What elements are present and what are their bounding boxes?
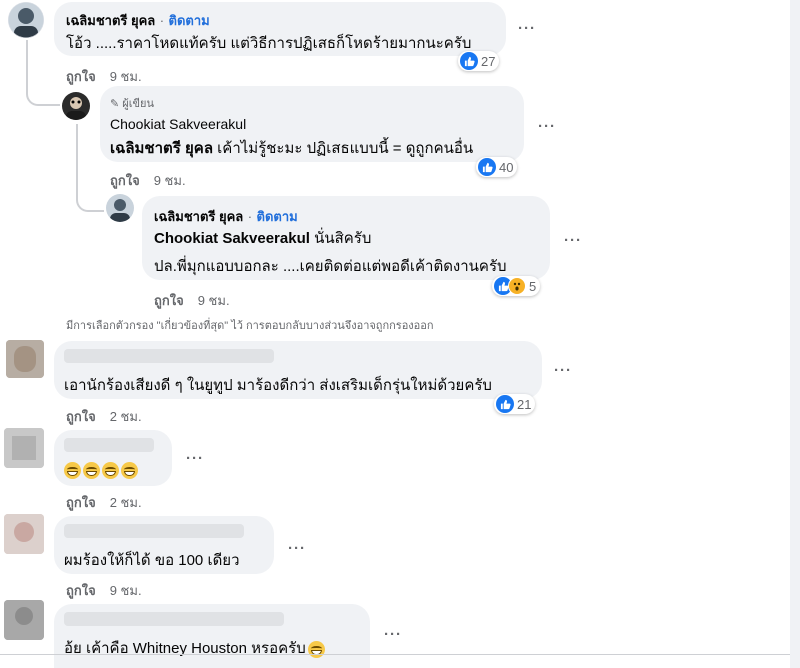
avatar-image — [4, 514, 44, 554]
comment-text: เอานักร้องเสียงดี ๆ ในยูทูป มาร้องดีกว่า… — [64, 377, 492, 394]
more-options-button[interactable]: ··· — [384, 626, 402, 643]
blurred-author-name[interactable] — [64, 349, 274, 363]
blurred-author-name[interactable] — [64, 524, 244, 538]
timestamp[interactable]: 9 ชม. — [110, 69, 142, 84]
reply-text: เค้าไม่รู้ชะมะ ปฏิเสธแบบนี้ = ดูถูกคนอื่… — [213, 140, 474, 157]
reply-author[interactable]: เฉลิมชาตรี ยุคล — [154, 209, 243, 224]
grinning-face-icon — [83, 462, 100, 480]
reaction-count: 5 — [529, 278, 537, 294]
avatar[interactable] — [4, 514, 44, 554]
like-icon — [478, 158, 496, 176]
like-icon — [496, 395, 514, 413]
avatar-image — [66, 97, 86, 120]
reply-actions: ถูกใจ 9 ชม. — [154, 290, 230, 311]
reaction-count: 27 — [481, 53, 496, 69]
blurred-author-name[interactable] — [64, 612, 284, 626]
avatar-image — [110, 199, 130, 222]
timestamp[interactable]: 2 ชม. — [110, 495, 142, 510]
reaction-count: 21 — [517, 396, 532, 412]
grinning-face-icon — [102, 462, 119, 480]
author-badge: ✎ ผู้เขียน — [110, 94, 154, 112]
timestamp[interactable]: 9 ชม. — [198, 293, 230, 308]
avatar[interactable] — [62, 92, 90, 120]
comment-bubble: เอานักร้องเสียงดี ๆ ในยูทูป มาร้องดีกว่า… — [54, 341, 542, 399]
like-action[interactable]: ถูกใจ — [154, 293, 184, 308]
more-options-button[interactable]: ··· — [288, 540, 306, 557]
timestamp[interactable]: 9 ชม. — [110, 583, 142, 598]
comment-bubble: ผมร้องให้ก็ได้ ขอ 100 เดียว — [54, 516, 274, 574]
thread-line — [76, 124, 104, 212]
avatar[interactable] — [4, 428, 44, 468]
comment-text: โอ้ว .....ราคาโหดแท้ครับ แต่วิธีการปฏิเส… — [66, 35, 472, 52]
avatar[interactable] — [8, 2, 44, 38]
emoji-row — [64, 462, 140, 480]
grinning-face-icon — [121, 462, 138, 480]
wow-icon — [508, 277, 526, 295]
reaction-count: 40 — [499, 159, 514, 175]
comment-actions: ถูกใจ 2 ชม. — [66, 492, 142, 513]
pencil-icon: ✎ — [110, 98, 120, 110]
comment-actions: ถูกใจ 9 ชม. — [66, 66, 142, 87]
separator-dot: · — [247, 209, 253, 224]
more-options-button[interactable]: ··· — [564, 232, 582, 249]
like-action[interactable]: ถูกใจ — [66, 409, 96, 424]
avatar[interactable] — [6, 340, 44, 378]
avatar-image — [4, 600, 44, 640]
more-options-button[interactable]: ··· — [538, 118, 556, 135]
separator-dot: · — [159, 13, 165, 28]
reply-author[interactable]: Chookiat Sakveerakul — [110, 116, 246, 132]
follow-link[interactable]: ติดตาม — [257, 209, 298, 224]
comment-bubble: เฉลิมชาตรี ยุคล · ติดตาม โอ้ว .....ราคาโ… — [54, 2, 506, 56]
follow-link[interactable]: ติดตาม — [169, 13, 210, 28]
comment-text: ผมร้องให้ก็ได้ ขอ 100 เดียว — [64, 552, 240, 569]
avatar[interactable] — [106, 194, 134, 222]
mention-link[interactable]: เฉลิมชาตรี ยุคล — [110, 140, 213, 157]
grinning-face-icon — [64, 462, 81, 480]
comment-actions: ถูกใจ 2 ชม. — [66, 406, 142, 427]
more-options-button[interactable]: ··· — [518, 20, 536, 37]
blurred-author-name[interactable] — [64, 438, 154, 452]
like-action[interactable]: ถูกใจ — [66, 69, 96, 84]
avatar-image — [4, 428, 44, 468]
mention-link[interactable]: Chookiat Sakveerakul — [154, 230, 310, 247]
reply-text-line: เฉลิมชาตรี ยุคล เค้าไม่รู้ชะมะ ปฏิเสธแบบ… — [110, 136, 473, 160]
avatar-image — [6, 340, 44, 378]
bottom-divider — [0, 654, 790, 655]
reply-text-line: Chookiat Sakveerakul นั่นสิครับ — [154, 226, 371, 250]
avatar[interactable] — [4, 600, 44, 640]
reaction-count-badge[interactable]: 27 — [458, 51, 500, 71]
like-action[interactable]: ถูกใจ — [66, 495, 96, 510]
timestamp[interactable]: 2 ชม. — [110, 409, 142, 424]
comment-author[interactable]: เฉลิมชาตรี ยุคล — [66, 13, 155, 28]
comment-text-line: อ้ย เค้าคือ Whitney Houston หรอครับ — [64, 636, 327, 660]
reply-bubble: ✎ ผู้เขียน Chookiat Sakveerakul เฉลิมชาต… — [100, 86, 524, 162]
comment-bubble — [54, 430, 172, 486]
like-icon — [460, 52, 478, 70]
reply-bubble: เฉลิมชาตรี ยุคล · ติดตาม Chookiat Sakvee… — [142, 196, 550, 280]
filter-notice: มีการเลือกตัวกรอง "เกี่ยวข้องที่สุด" ไว้… — [66, 320, 434, 332]
avatar-image — [8, 2, 44, 38]
reply-text-line-2: ปล.พี่มุกแอบบอกละ ....เคยติดต่อแต่พอดีเค… — [154, 258, 507, 275]
like-action[interactable]: ถูกใจ — [66, 583, 96, 598]
like-action[interactable]: ถูกใจ — [110, 173, 140, 188]
page-scrollbar[interactable] — [790, 0, 800, 668]
reaction-count-badge[interactable]: 21 — [494, 394, 536, 414]
reply-text: นั่นสิครับ — [309, 230, 372, 247]
more-options-button[interactable]: ··· — [554, 362, 572, 379]
comment-actions: ถูกใจ 9 ชม. — [66, 580, 142, 601]
reply-actions: ถูกใจ 9 ชม. — [110, 170, 186, 191]
author-badge-label: ผู้เขียน — [122, 98, 154, 110]
timestamp[interactable]: 9 ชม. — [154, 173, 186, 188]
reaction-count-badge[interactable]: 5 — [492, 276, 541, 296]
comment-bubble: อ้ย เค้าคือ Whitney Houston หรอครับ — [54, 604, 370, 668]
reaction-count-badge[interactable]: 40 — [476, 157, 518, 177]
more-options-button[interactable]: ··· — [186, 450, 204, 467]
thread-line — [26, 40, 60, 106]
